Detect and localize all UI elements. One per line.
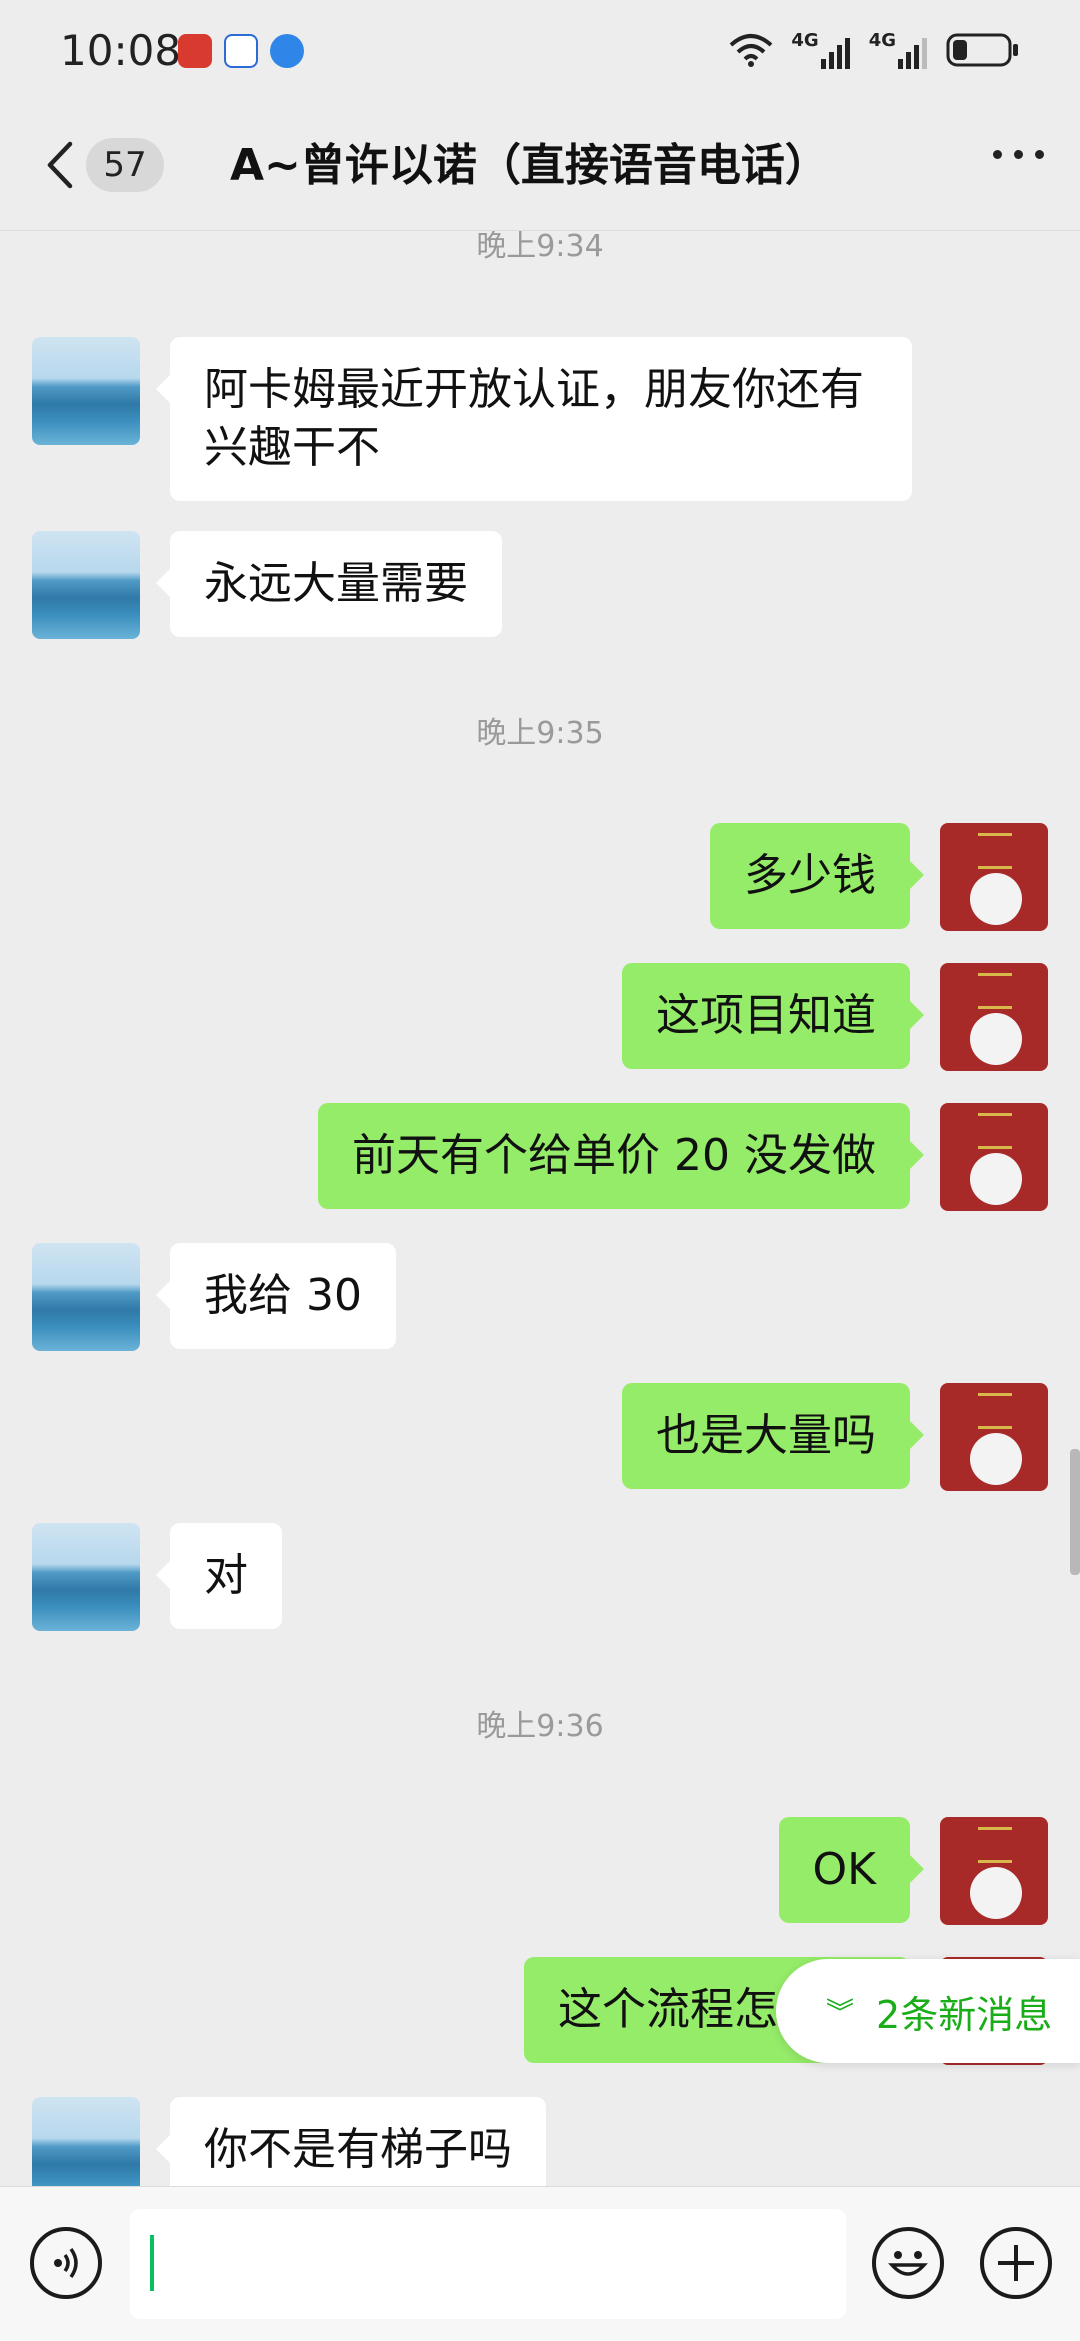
status-right: 4G 4G: [729, 30, 1020, 69]
incoming-message[interactable]: 永远大量需要: [156, 531, 502, 637]
globe-app-icon: [270, 34, 304, 68]
my-avatar[interactable]: [940, 963, 1048, 1071]
smiley-face-icon: [888, 2251, 928, 2276]
my-avatar[interactable]: [940, 1817, 1048, 1925]
outgoing-message[interactable]: OK: [778, 1817, 924, 1923]
message-timestamp: 晚上9:36: [476, 1709, 604, 1744]
incoming-message[interactable]: 我给 30: [156, 1243, 396, 1349]
voice-input-icon[interactable]: [30, 2227, 102, 2299]
outgoing-message[interactable]: 这项目知道: [622, 963, 924, 1069]
incoming-message[interactable]: 你不是有梯子吗: [156, 2097, 546, 2186]
plus-sign-icon: [998, 2245, 1034, 2281]
battery-icon: [946, 33, 1018, 66]
wifi-icon: [730, 33, 773, 67]
notification-icons: [178, 34, 304, 68]
text-caret: [150, 2235, 154, 2291]
incoming-message[interactable]: 阿卡姆最近开放认证，朋友你还有兴趣干不: [156, 337, 912, 501]
message-list[interactable]: 晚上9:34 阿卡姆最近开放认证，朋友你还有兴趣干不 永远大量需要 晚上9:35…: [0, 231, 1080, 2186]
message-timestamp: 晚上9:34: [476, 231, 604, 264]
unread-count-badge[interactable]: 57: [86, 138, 164, 192]
incoming-message[interactable]: 对: [156, 1523, 282, 1629]
signal-bars-icon: [898, 38, 927, 69]
scrollbar[interactable]: [1070, 1449, 1080, 1575]
contact-avatar[interactable]: [32, 531, 140, 639]
outgoing-message[interactable]: 前天有个给单价 20 没发做: [318, 1103, 924, 1209]
emoji-icon[interactable]: [872, 2227, 944, 2299]
signal-bars-icon: [820, 38, 850, 69]
new-messages-button[interactable]: ︾ 2条新消息: [776, 1959, 1080, 2063]
status-time: 10:08: [60, 26, 182, 75]
network-label-1: 4G: [791, 30, 819, 51]
huawei-app-icon: [178, 34, 212, 68]
double-chevron-down-icon: ︾: [826, 1996, 855, 2029]
contact-avatar[interactable]: [32, 2097, 140, 2186]
chat-title[interactable]: A~曾许以诺（直接语音电话）: [230, 136, 829, 196]
bird-app-icon: [224, 34, 258, 68]
message-input[interactable]: [130, 2209, 846, 2319]
chat-header: 57 A~曾许以诺（直接语音电话）: [0, 100, 1080, 231]
my-avatar[interactable]: [940, 823, 1048, 931]
signal-4g-2: 4G: [869, 30, 928, 69]
message-timestamp: 晚上9:35: [476, 716, 604, 751]
voice-waves-icon: [54, 2247, 78, 2279]
plus-icon[interactable]: [980, 2227, 1052, 2299]
contact-avatar[interactable]: [32, 337, 140, 445]
input-bar: [0, 2186, 1080, 2341]
contact-avatar[interactable]: [32, 1243, 140, 1351]
network-label-2: 4G: [868, 30, 896, 51]
my-avatar[interactable]: [940, 1103, 1048, 1211]
outgoing-message[interactable]: 也是大量吗: [622, 1383, 924, 1489]
status-bar: 10:08 4G 4G: [0, 0, 1080, 100]
my-avatar[interactable]: [940, 1383, 1048, 1491]
outgoing-message[interactable]: 多少钱: [710, 823, 924, 929]
back-chevron-icon[interactable]: [40, 140, 80, 190]
more-options-icon[interactable]: [993, 150, 1044, 159]
new-messages-label: 2条新消息: [876, 1992, 1053, 2037]
contact-avatar[interactable]: [32, 1523, 140, 1631]
signal-4g-1: 4G: [791, 30, 850, 69]
